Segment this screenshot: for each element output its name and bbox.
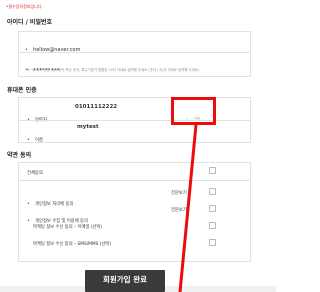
highlight-arrow [178, 124, 198, 292]
highlight-arrow-line [178, 124, 198, 292]
